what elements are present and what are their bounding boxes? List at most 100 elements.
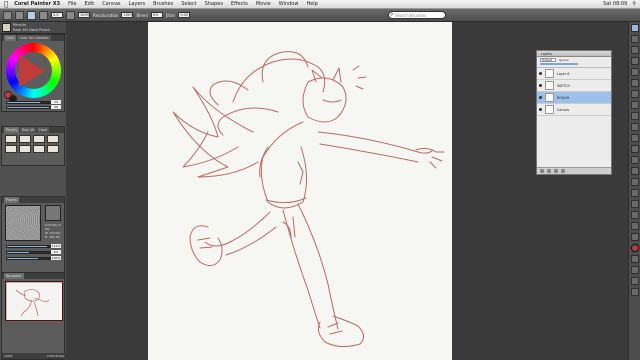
color-slider-1-value[interactable]: 75 xyxy=(51,100,61,104)
visibility-eye-icon[interactable] xyxy=(539,96,542,99)
menu-help[interactable]: Help xyxy=(306,1,317,7)
color-slider-2-value[interactable]: 96 xyxy=(51,105,61,109)
navigator-zoom[interactable]: 100% xyxy=(4,353,13,359)
gradient-selector-icon[interactable] xyxy=(630,266,639,274)
layer-group-icon[interactable] xyxy=(554,169,558,173)
paper-scale-slider[interactable] xyxy=(6,257,52,260)
brush-category-thumb xyxy=(2,23,11,32)
dropper-tool-icon[interactable] xyxy=(630,35,639,43)
layer-row[interactable]: ROUGH xyxy=(537,92,611,104)
brush-variant-thumb[interactable] xyxy=(19,135,31,143)
brush-variant-thumb[interactable] xyxy=(33,145,45,153)
brush-variant-thumb[interactable] xyxy=(33,135,45,143)
search-brushes-input[interactable]: ⚲ Search Brushes xyxy=(388,11,446,19)
tab-real-4h[interactable]: Real 4H xyxy=(19,127,37,133)
brush-size-field[interactable]: 4.0 xyxy=(51,12,63,18)
opacity-field[interactable]: 100% xyxy=(78,12,90,18)
menu-edit[interactable]: Edit xyxy=(85,1,95,7)
menu-layers[interactable]: Layers xyxy=(129,1,146,7)
spotlight-icon[interactable]: ⚲ xyxy=(632,1,636,7)
selection-tool-icon[interactable] xyxy=(630,90,639,98)
tab-color-set-libraries[interactable]: Color Set Libraries xyxy=(17,35,51,41)
layer-opacity-slider[interactable] xyxy=(540,63,578,65)
home-icon[interactable] xyxy=(3,10,12,20)
brush-variant-thumb[interactable] xyxy=(19,145,31,153)
menu-shapes[interactable]: Shapes xyxy=(205,1,223,7)
composite-method-dropdown[interactable]: Default xyxy=(540,58,556,62)
resaturation-field[interactable]: 100% xyxy=(121,12,133,18)
menu-file[interactable]: File xyxy=(68,1,76,7)
color-wheel[interactable] xyxy=(6,43,61,98)
reset-tool-icon[interactable] xyxy=(15,10,24,20)
shape-tool-icon[interactable] xyxy=(630,145,639,153)
app-menu[interactable]: Corel Painter X3 xyxy=(14,1,60,7)
tab-hard[interactable]: Hard xyxy=(37,127,49,133)
lasso-tool-icon[interactable] xyxy=(630,101,639,109)
eraser-tool-icon[interactable] xyxy=(630,57,639,65)
clock[interactable]: Sat 08:09 xyxy=(603,1,627,7)
layer-row[interactable]: SKETCH xyxy=(537,80,611,92)
rotate-page-tool-icon[interactable] xyxy=(630,178,639,186)
magnifier-tool-icon[interactable] xyxy=(630,189,639,197)
apple-icon[interactable]:  xyxy=(4,0,8,8)
ignore-checkbox-label[interactable]: Ignore xyxy=(559,58,569,62)
paint-bucket-tool-icon[interactable] xyxy=(630,46,639,54)
menu-canvas[interactable]: Canvas xyxy=(102,1,120,7)
delete-layer-icon[interactable] xyxy=(561,169,565,173)
brush-variant-thumb[interactable] xyxy=(5,135,17,143)
menu-movie[interactable]: Movie xyxy=(256,1,271,7)
tab-pencils[interactable]: Pencils xyxy=(4,127,19,133)
brush-selector[interactable]: Pencils Real 4H Hard Pencil xyxy=(0,22,66,34)
magic-wand-tool-icon[interactable] xyxy=(630,112,639,120)
mirror-tool-icon[interactable] xyxy=(630,200,639,208)
menu-select[interactable]: Select xyxy=(181,1,196,7)
layer-mask-icon[interactable] xyxy=(547,169,551,173)
text-tool-icon[interactable] xyxy=(630,134,639,142)
brush-tool-icon[interactable] xyxy=(630,24,639,32)
transform-tool-icon[interactable] xyxy=(630,79,639,87)
paper-swatch[interactable] xyxy=(45,205,61,221)
pen-tool-icon[interactable] xyxy=(630,156,639,164)
menu-brushes[interactable]: Brushes xyxy=(153,1,173,7)
grabber-tool-icon[interactable] xyxy=(630,167,639,175)
menu-effects[interactable]: Effects xyxy=(231,1,248,7)
jitter-field[interactable]: 0.00 xyxy=(178,12,191,18)
paper-contrast-slider[interactable] xyxy=(6,245,52,248)
paper-selector-icon[interactable] xyxy=(630,255,639,263)
brush-mode-icon[interactable] xyxy=(27,10,36,20)
brush-variant-thumb[interactable] xyxy=(47,135,59,143)
paper-brightness-value[interactable]: 0% xyxy=(51,250,61,254)
color-chip[interactable] xyxy=(630,244,639,252)
saturation-triangle[interactable] xyxy=(19,55,45,87)
paper-scale-value[interactable]: 100% xyxy=(51,256,61,260)
menu-window[interactable]: Window xyxy=(279,1,299,7)
paper-texture-preview[interactable] xyxy=(5,205,41,241)
paper-contrast-value[interactable]: 111% xyxy=(51,244,61,248)
tab-navigator[interactable]: Navigator xyxy=(4,273,24,279)
new-layer-icon[interactable] xyxy=(540,169,544,173)
crop-tool-icon[interactable] xyxy=(630,123,639,131)
divine-proportion-tool-icon[interactable] xyxy=(630,222,639,230)
layout-grid-tool-icon[interactable] xyxy=(630,233,639,241)
brush-variant-thumb[interactable] xyxy=(5,145,17,153)
brush-variant-thumb[interactable] xyxy=(47,145,59,153)
bleed-field[interactable]: 0% xyxy=(150,12,163,18)
paper-brightness-slider[interactable] xyxy=(6,251,52,254)
pattern-selector-icon[interactable] xyxy=(630,277,639,285)
tab-papers[interactable]: Papers xyxy=(4,197,19,203)
color-slider-2[interactable] xyxy=(6,106,52,109)
layer-row[interactable]: Layer 6 xyxy=(537,68,611,80)
drawing-canvas[interactable] xyxy=(148,22,452,360)
perspective-tool-icon[interactable] xyxy=(630,211,639,219)
navigator-thumbnail[interactable] xyxy=(5,281,65,323)
color-slider-1[interactable] xyxy=(6,101,52,104)
visibility-eye-icon[interactable] xyxy=(539,84,542,87)
tab-color[interactable]: Color xyxy=(4,35,17,41)
nozzle-selector-icon[interactable] xyxy=(630,288,639,296)
brush-dab-icon[interactable] xyxy=(39,10,48,20)
paper-scale-fill xyxy=(7,258,38,259)
layer-adjuster-tool-icon[interactable] xyxy=(630,68,639,76)
visibility-eye-icon[interactable] xyxy=(539,72,542,75)
visibility-eye-icon[interactable] xyxy=(539,108,542,111)
layer-row[interactable]: Canvas xyxy=(537,104,611,116)
